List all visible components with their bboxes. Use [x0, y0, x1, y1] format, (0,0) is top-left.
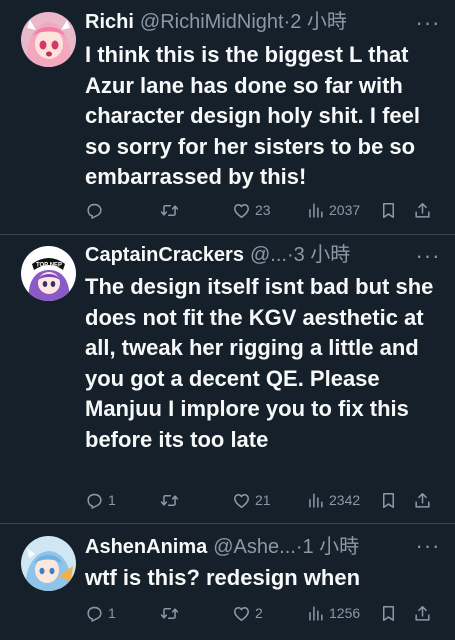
more-options-icon[interactable]: ··· — [416, 535, 440, 561]
tweet-header: Richi @RichiMidNight ·2 小時 — [85, 9, 413, 35]
heart-icon — [234, 203, 249, 218]
avatar[interactable] — [21, 12, 76, 67]
action-bar: 1 21 2342 — [85, 488, 445, 512]
share-button[interactable] — [413, 198, 432, 222]
views-chart-icon — [309, 492, 323, 508]
views-button[interactable]: 2342 — [306, 488, 360, 512]
heart-icon — [234, 493, 249, 508]
timestamp[interactable]: ·3 小時 — [287, 242, 350, 268]
avatar[interactable] — [21, 536, 76, 591]
timestamp[interactable]: ·1 小時 — [296, 534, 359, 560]
reply-count: 1 — [108, 605, 116, 621]
bookmark-icon — [382, 492, 395, 508]
bookmark-icon — [382, 605, 395, 621]
share-button[interactable] — [413, 601, 432, 625]
reply-count: 1 — [108, 492, 116, 508]
views-button[interactable]: 2037 — [306, 198, 360, 222]
timestamp[interactable]: ·2 小時 — [284, 9, 347, 35]
reply-button[interactable] — [85, 198, 108, 222]
like-count: 2 — [255, 605, 263, 621]
display-name[interactable]: AshenAnima — [85, 534, 207, 560]
reply-icon — [87, 203, 102, 219]
reply-icon — [87, 606, 102, 622]
retweet-button[interactable] — [160, 488, 183, 512]
more-options-icon[interactable]: ··· — [416, 12, 440, 38]
avatar[interactable]: TOP NEP — [21, 246, 76, 301]
retweet-icon — [160, 204, 179, 216]
reply-button[interactable]: 1 — [85, 601, 116, 625]
display-name[interactable]: CaptainCrackers — [85, 242, 244, 268]
retweet-icon — [160, 494, 179, 506]
share-button[interactable] — [413, 488, 432, 512]
tweet[interactable]: ··· AshenAnima @Ashe... ·1 小時 wtf is thi… — [0, 524, 455, 640]
user-handle[interactable]: @... — [250, 242, 287, 268]
reply-icon — [87, 493, 102, 509]
bookmark-button[interactable] — [379, 488, 398, 512]
views-count: 2037 — [329, 202, 361, 218]
reply-feed: ··· Richi @RichiMidNight ·2 小時 I think t… — [0, 0, 455, 640]
share-icon — [415, 492, 430, 508]
bookmark-button[interactable] — [379, 198, 398, 222]
share-icon — [415, 202, 430, 218]
tweet-header: AshenAnima @Ashe... ·1 小時 — [85, 534, 413, 560]
views-chart-icon — [309, 605, 323, 621]
like-button[interactable]: 2 — [232, 601, 263, 625]
tweet[interactable]: ··· Richi @RichiMidNight ·2 小時 I think t… — [0, 0, 455, 235]
tweet-text: wtf is this? redesign when — [85, 565, 361, 590]
retweet-icon — [160, 607, 179, 619]
tweet-header: CaptainCrackers @... ·3 小時 — [85, 242, 413, 268]
action-bar: 23 2037 — [85, 198, 445, 222]
retweet-button[interactable] — [160, 601, 183, 625]
bookmark-button[interactable] — [379, 601, 398, 625]
views-count: 2342 — [329, 492, 361, 508]
tweet-text: I think this is the biggest L that Azur … — [85, 42, 420, 189]
views-button[interactable]: 1256 — [306, 601, 360, 625]
reply-button[interactable]: 1 — [85, 488, 116, 512]
tweet[interactable]: TOP NEP ··· CaptainCrackers @... ·3 小時 T… — [0, 235, 455, 524]
user-handle[interactable]: @Ashe... — [213, 534, 296, 560]
like-count: 21 — [255, 492, 271, 508]
tweet-text: The design itself isnt bad but she does … — [85, 274, 434, 452]
views-count: 1256 — [329, 605, 361, 621]
user-handle[interactable]: @RichiMidNight — [140, 9, 284, 35]
display-name[interactable]: Richi — [85, 9, 134, 35]
share-icon — [415, 605, 430, 621]
heart-icon — [234, 606, 249, 621]
retweet-button[interactable] — [160, 198, 183, 222]
views-chart-icon — [309, 202, 323, 218]
like-count: 23 — [255, 202, 271, 218]
like-button[interactable]: 21 — [232, 488, 271, 512]
more-options-icon[interactable]: ··· — [416, 245, 440, 271]
bookmark-icon — [382, 202, 395, 218]
action-bar: 1 2 1256 — [85, 601, 445, 625]
avatar-badge-text: TOP NEP — [36, 263, 62, 269]
like-button[interactable]: 23 — [232, 198, 271, 222]
